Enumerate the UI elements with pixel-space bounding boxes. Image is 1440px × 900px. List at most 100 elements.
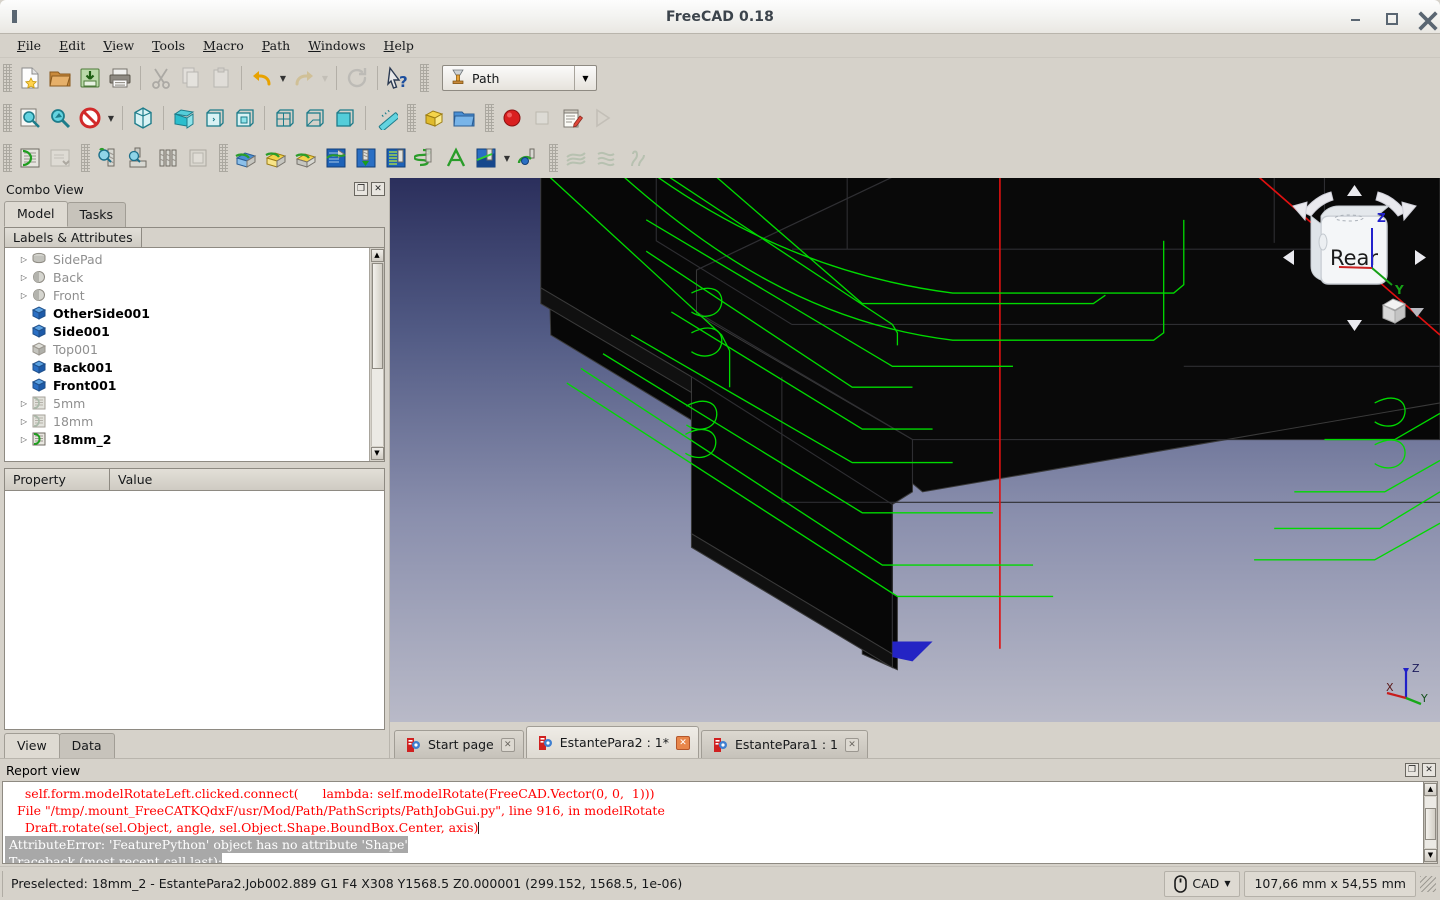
menu-edit[interactable]: Edit: [50, 35, 94, 56]
tool-bit-library-button[interactable]: [93, 143, 123, 173]
close-tab-icon[interactable]: ✕: [675, 735, 690, 750]
resize-grip[interactable]: [1420, 875, 1436, 892]
profile-op-button[interactable]: [231, 143, 261, 173]
close-panel-icon[interactable]: ✕: [1422, 763, 1436, 777]
face-op-button[interactable]: [291, 143, 321, 173]
tree-item-5mm[interactable]: ▷ 5mm: [5, 394, 369, 412]
left-view-button[interactable]: [330, 103, 360, 133]
3d-viewport[interactable]: Rear Z Y Z X Y: [390, 178, 1440, 722]
draw-style-button[interactable]: [75, 103, 105, 133]
menu-file[interactable]: FFileile: [8, 35, 50, 56]
save-document-button[interactable]: [75, 63, 105, 93]
adaptive-op-button[interactable]: [321, 143, 351, 173]
menu-view[interactable]: View: [94, 35, 143, 56]
tab-model[interactable]: Model: [4, 201, 68, 227]
copy-operation-button[interactable]: [561, 143, 591, 173]
engrave-op-button[interactable]: [441, 143, 471, 173]
expand-arrow-icon[interactable]: ▷: [17, 417, 31, 426]
property-column-header[interactable]: Property: [5, 469, 110, 490]
document-tab-estantepara2[interactable]: EstantePara2 : 1* ✕: [525, 726, 699, 758]
bottom-view-button[interactable]: [300, 103, 330, 133]
macro-toolbar-grip[interactable]: [485, 104, 494, 132]
tree-header-labels-attributes[interactable]: Labels & Attributes: [5, 228, 142, 247]
workbench-dropdown-arrow[interactable]: ▼: [574, 66, 596, 90]
open-document-button[interactable]: [45, 63, 75, 93]
float-window-icon[interactable]: ❐: [1405, 763, 1419, 777]
refresh-button[interactable]: [342, 63, 372, 93]
expand-arrow-icon[interactable]: ▷: [17, 399, 31, 408]
tree-item-otherside001[interactable]: OtherSide001: [5, 304, 369, 322]
tree-item-back001[interactable]: Back001: [5, 358, 369, 376]
scrollbar-track[interactable]: [370, 263, 384, 446]
path-tool-toolbar-grip[interactable]: [81, 144, 90, 172]
toolbar-grip[interactable]: [3, 144, 12, 172]
scroll-up-icon[interactable]: ▲: [370, 249, 384, 262]
slot-op-button[interactable]: [471, 143, 501, 173]
post-process-button[interactable]: [45, 143, 75, 173]
execute-macro-button[interactable]: [587, 103, 617, 133]
report-vertical-scrollbar[interactable]: ▲ ▼: [1423, 781, 1438, 864]
menu-windows[interactable]: Windows: [299, 35, 374, 56]
fit-all-button[interactable]: [15, 103, 45, 133]
macro-record-button[interactable]: [497, 103, 527, 133]
workbench-toolbar-grip[interactable]: [420, 64, 429, 92]
scroll-up-icon[interactable]: ▲: [1424, 783, 1437, 796]
property-editor-body[interactable]: [5, 491, 384, 729]
maximize-button[interactable]: [1382, 9, 1398, 25]
undo-button[interactable]: [247, 63, 277, 93]
workbench-selector[interactable]: Path ▼: [442, 65, 597, 91]
fit-selection-button[interactable]: [45, 103, 75, 133]
menu-path[interactable]: Path: [253, 35, 299, 56]
toolbar-grip[interactable]: [3, 64, 12, 92]
menu-help[interactable]: Help: [375, 35, 423, 56]
rear-view-button[interactable]: [270, 103, 300, 133]
menu-tools[interactable]: Tools: [143, 35, 194, 56]
document-tab-estantepara1[interactable]: EstantePara1 : 1 ✕: [700, 730, 868, 758]
undo-dropdown-arrow[interactable]: ▼: [277, 63, 289, 93]
document-tab-start-page[interactable]: Start page ✕: [394, 730, 524, 758]
tree-item-18mm[interactable]: ▷ 18mm: [5, 412, 369, 430]
pocket-shape-op-button[interactable]: [261, 143, 291, 173]
expand-arrow-icon[interactable]: ▷: [17, 273, 31, 282]
tool-bit-shape-button[interactable]: [183, 143, 213, 173]
nav-home-cube-icon[interactable]: [1381, 298, 1407, 324]
chevron-down-icon[interactable]: ▼: [1224, 879, 1230, 888]
tree-item-front001[interactable]: Front001: [5, 376, 369, 394]
value-column-header[interactable]: Value: [110, 469, 384, 490]
tool-bit-dock-button[interactable]: [123, 143, 153, 173]
redo-dropdown-arrow[interactable]: ▼: [319, 63, 331, 93]
slot-dropdown-arrow[interactable]: ▼: [501, 143, 513, 173]
redo-button[interactable]: [289, 63, 319, 93]
path-mod-toolbar-grip[interactable]: [549, 144, 558, 172]
minimize-button[interactable]: [1348, 9, 1364, 25]
helix-op-button[interactable]: [411, 143, 441, 173]
structure-toolbar-grip[interactable]: [407, 104, 416, 132]
tree-item-front[interactable]: ▷ Front: [5, 286, 369, 304]
paste-button[interactable]: [206, 63, 236, 93]
copy-button[interactable]: [176, 63, 206, 93]
scrollbar-thumb[interactable]: [371, 263, 383, 370]
top-view-button[interactable]: [199, 103, 229, 133]
expand-arrow-icon[interactable]: ▷: [17, 291, 31, 300]
navigation-style-selector[interactable]: CAD ▼: [1164, 870, 1241, 897]
path-ops-toolbar-grip[interactable]: [219, 144, 228, 172]
whats-this-button[interactable]: ?: [383, 63, 413, 93]
tree-item-back[interactable]: ▷ Back: [5, 268, 369, 286]
deburr-op-button[interactable]: [513, 143, 543, 173]
tool-bit-list-button[interactable]: [153, 143, 183, 173]
axonometric-view-button[interactable]: [128, 103, 158, 133]
close-tab-icon[interactable]: ✕: [844, 737, 859, 752]
create-part-button[interactable]: [419, 103, 449, 133]
draw-style-dropdown-arrow[interactable]: ▼: [105, 103, 117, 133]
tree-item-18mm-2[interactable]: ▷ 18mm_2: [5, 430, 369, 448]
menu-macro[interactable]: Macro: [194, 35, 253, 56]
array-operation-button[interactable]: [591, 143, 621, 173]
tab-tasks[interactable]: Tasks: [66, 202, 127, 227]
expand-arrow-icon[interactable]: ▷: [17, 435, 31, 444]
print-document-button[interactable]: [105, 63, 135, 93]
new-document-button[interactable]: [15, 63, 45, 93]
measure-button[interactable]: [371, 103, 401, 133]
scroll-down-icon[interactable]: ▼: [370, 447, 384, 460]
scroll-down-icon[interactable]: ▼: [1424, 849, 1437, 862]
macro-stop-button[interactable]: [527, 103, 557, 133]
